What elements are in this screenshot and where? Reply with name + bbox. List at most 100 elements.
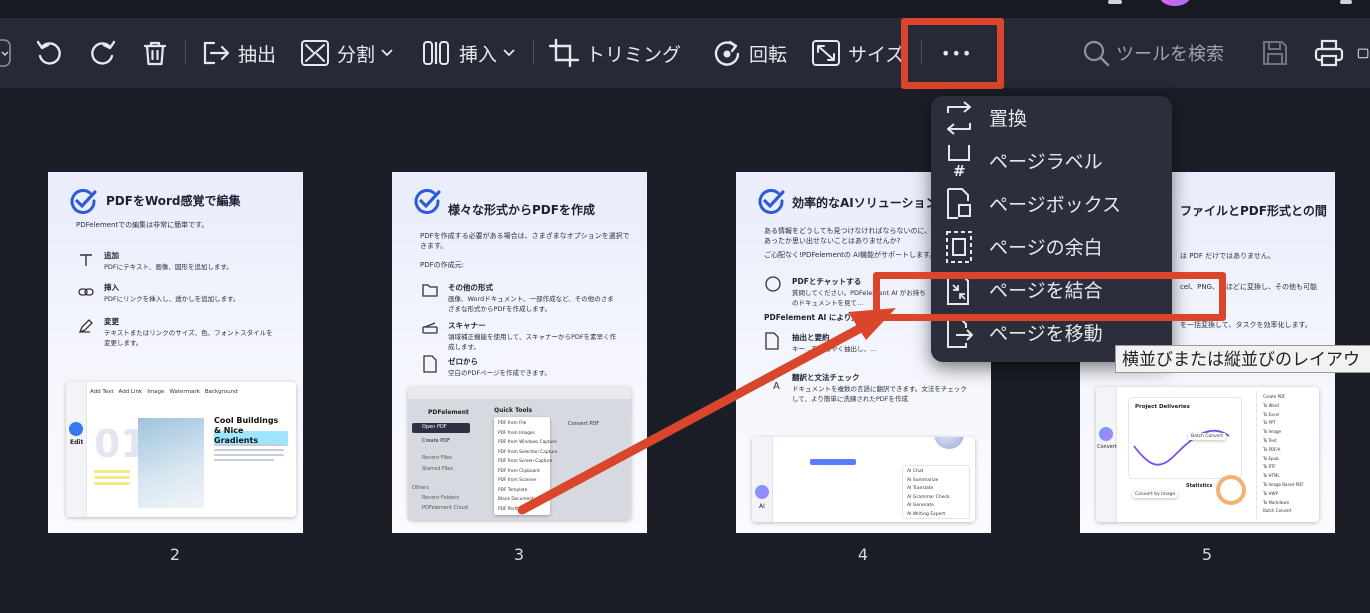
feature-desc: 画像、Wordドキュメント、一部作成など、その他のさまざまな形式からPDFを作成… — [448, 295, 614, 313]
page-title: PDFをWord感覚で編集 — [106, 194, 241, 208]
feature-desc: キー…をすばやく抽出し、… — [792, 345, 877, 353]
feature-heading: PDFとチャットする — [792, 277, 862, 286]
feature-desc: PDFにテキスト、画像、図形を追加します。 — [104, 263, 233, 271]
shot-menu-item: Starred Files — [422, 466, 453, 472]
summary-icon — [765, 332, 779, 350]
screenshot-ai: AI AI Chat AI Summarize AI Translate AI … — [752, 437, 975, 522]
print-button[interactable] — [1313, 18, 1345, 88]
printer-icon — [1314, 39, 1344, 67]
blank-page-icon — [423, 355, 437, 373]
page-number: 4 — [857, 545, 869, 564]
shot-ai-item: AI Generate — [907, 503, 934, 508]
screenshot-create: PDFelement Open PDF Create PDF Recent Fi… — [408, 387, 631, 520]
screenshot-convert-label: Convert — [1097, 444, 1117, 450]
chevron-down-icon — [381, 49, 393, 57]
size-button[interactable]: サイズ — [810, 18, 910, 88]
menu-item-label: ページボックス — [989, 194, 1122, 216]
shot-stat-title: Statistics — [1186, 483, 1213, 489]
shot-ai-item: AI Translate — [907, 486, 934, 491]
link-icon — [78, 288, 94, 296]
shot-list-item: To PDF/A — [1263, 446, 1281, 452]
screenshot-edit: Edit Add Text Add Link Image Watermark B… — [66, 382, 296, 517]
shot-list-item: To Excel — [1263, 411, 1280, 417]
svg-text:#: # — [953, 162, 966, 178]
pen-icon — [78, 319, 93, 334]
shot-list-item: Batch Convert — [1263, 508, 1292, 514]
page-subtitle: PDFelementでの編集は非常に簡単です。 — [76, 221, 209, 229]
more-tools-menu: 置換 # ページラベル ページボックス ページの余白 ページを結合 ページを移動 — [931, 96, 1172, 362]
extract-label: 抽出 — [238, 43, 277, 66]
save-button[interactable] — [1260, 18, 1290, 88]
translate-icon: 文A — [765, 371, 780, 390]
menu-item-page-margin[interactable]: ページの余白 — [931, 225, 1172, 268]
collapse-chevron[interactable] — [0, 18, 14, 88]
toolbar-separator — [185, 40, 186, 64]
page-thumbnail-3[interactable]: 様々な形式からPDFを作成 PDFを作成する必要がある場合は、さまざまなオプショ… — [392, 172, 647, 533]
split-button[interactable]: 分割 — [299, 18, 393, 88]
trash-icon — [143, 41, 167, 66]
shot-chart-line — [1133, 429, 1230, 466]
delete-button[interactable] — [140, 18, 170, 88]
text-icon — [80, 254, 92, 266]
shot-ai-item: AI Summarize — [907, 477, 939, 483]
menu-item-replace[interactable]: 置換 — [931, 96, 1172, 139]
page-number: 5 — [1201, 545, 1213, 564]
split-label: 分割 — [337, 43, 376, 66]
shot-list-item: To HWP — [1263, 490, 1278, 496]
crop-button[interactable]: トリミング — [548, 18, 681, 88]
feature-desc: ドキュメントを複数の言語に翻訳できます。文法をチェックして、より簡単に洗練された… — [792, 385, 967, 403]
rotate-label: 回転 — [749, 43, 788, 66]
tooltip: 横並びまたは縦並びのレイアウ — [1115, 345, 1370, 373]
page-thumbnail-2[interactable]: PDFをWord感覚で編集 PDFelementでの編集は非常に簡単です。 追加… — [48, 172, 303, 533]
shot-menu-item: PDFelement Cloud — [422, 505, 468, 511]
shot-app-name: PDFelement — [428, 409, 469, 416]
check-circle-icon — [414, 189, 441, 214]
shot-tool: Image — [147, 389, 165, 395]
shot-list-item: PDF from Images — [498, 430, 535, 436]
rotate-icon — [714, 40, 740, 66]
feature-heading: 変更 — [104, 317, 119, 326]
shot-list-item: To Markdown — [1263, 499, 1290, 505]
rotate-button[interactable]: 回転 — [711, 18, 787, 88]
shot-badge: Batch Convert — [1188, 433, 1227, 440]
insert-button[interactable]: 挿入 — [421, 18, 515, 88]
window-control-peek[interactable] — [1340, 0, 1352, 4]
page-line: を一括変換して、タスクを効率化します。 — [1180, 321, 1312, 329]
save-icon — [1263, 41, 1287, 65]
page-number: 3 — [513, 545, 525, 564]
share-button[interactable] — [1357, 18, 1370, 88]
shot-tool: Add Text — [90, 389, 114, 395]
shot-list-item: To HTML — [1263, 473, 1280, 479]
svg-text:A: A — [773, 381, 780, 390]
feature-heading: ゼロから — [448, 357, 478, 366]
undo-button[interactable] — [34, 18, 64, 88]
shot-list-item: To Word — [1263, 402, 1279, 408]
menu-item-label: 置換 — [989, 108, 1028, 130]
crop-label: トリミング — [586, 43, 682, 66]
share-icon — [1357, 48, 1369, 59]
menu-item-page-box[interactable]: ページボックス — [931, 182, 1172, 225]
feature-heading: スキャナー — [448, 321, 486, 330]
replace-icon — [947, 100, 971, 135]
shot-list-item: To Image Based PDF — [1263, 481, 1304, 487]
shot-list-item: PDF Template — [498, 487, 528, 493]
tool-search[interactable]: ツールを検索 — [1082, 18, 1224, 88]
redo-button[interactable] — [88, 18, 118, 88]
feature-desc: 空白のPDFページを作成できます。 — [448, 369, 551, 377]
extract-button[interactable]: 抽出 — [200, 18, 276, 88]
toolbar-separator — [533, 40, 534, 64]
page-title: ファイルとPDF形式との間 — [1180, 204, 1327, 218]
insert-label: 挿入 — [459, 43, 498, 66]
menu-item-page-label[interactable]: # ページラベル — [931, 139, 1172, 182]
scanner-icon — [422, 322, 438, 334]
shot-list-item: PDF from Scanner — [498, 478, 537, 483]
shot-list-item: To PPT — [1263, 420, 1276, 426]
shot-list-item: To Text — [1263, 437, 1277, 443]
feature-heading: 抽出と要約 — [792, 333, 830, 342]
shot-heading: Cool Buildings & Nice Gradients — [214, 416, 288, 446]
chevron-down-icon — [503, 49, 515, 57]
shot-menu-item: Open PDF — [422, 424, 447, 430]
chevron-left-icon — [0, 39, 11, 67]
shot-menu-item: Recent Folders — [422, 495, 459, 501]
minimize-button-peek[interactable] — [1108, 0, 1122, 4]
